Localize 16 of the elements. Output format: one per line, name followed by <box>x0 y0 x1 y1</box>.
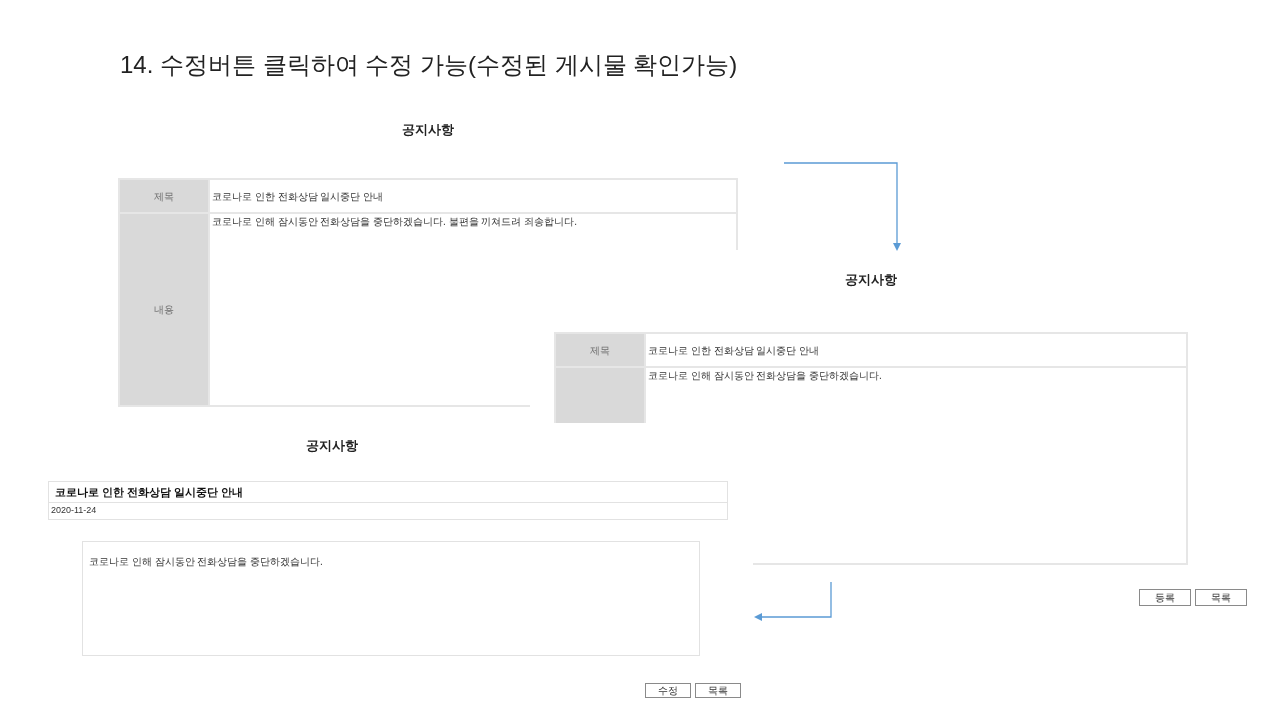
slide-heading: 14. 수정버튼 클릭하여 수정 가능(수정된 게시물 확인가능) <box>120 51 738 78</box>
field-label: 제목 <box>154 189 174 204</box>
page-title: 공지사항 <box>845 272 897 287</box>
page-title: 공지사항 <box>306 438 358 453</box>
form-button[interactable]: 수정 <box>645 683 691 698</box>
field-label: 제목 <box>590 343 610 358</box>
post-title: 코로나로 인한 전화상담 일시중단 안내 <box>55 484 244 500</box>
form-button[interactable]: 목록 <box>695 683 741 698</box>
post-body: 코로나로 인해 잠시동안 전화상담을 중단하겠습니다. <box>89 556 323 567</box>
form-button[interactable]: 목록 <box>1195 589 1247 606</box>
form-button[interactable]: 등록 <box>1139 589 1191 606</box>
page-title: 공지사항 <box>402 122 454 137</box>
title-field[interactable]: 코로나로 인한 전화상담 일시중단 안내 <box>646 334 1186 366</box>
post-date: 2020-11-24 <box>51 504 97 518</box>
title-field[interactable]: 코로나로 인한 전화상담 일시중단 안내 <box>210 180 736 212</box>
field-label: 내용 <box>154 303 174 317</box>
